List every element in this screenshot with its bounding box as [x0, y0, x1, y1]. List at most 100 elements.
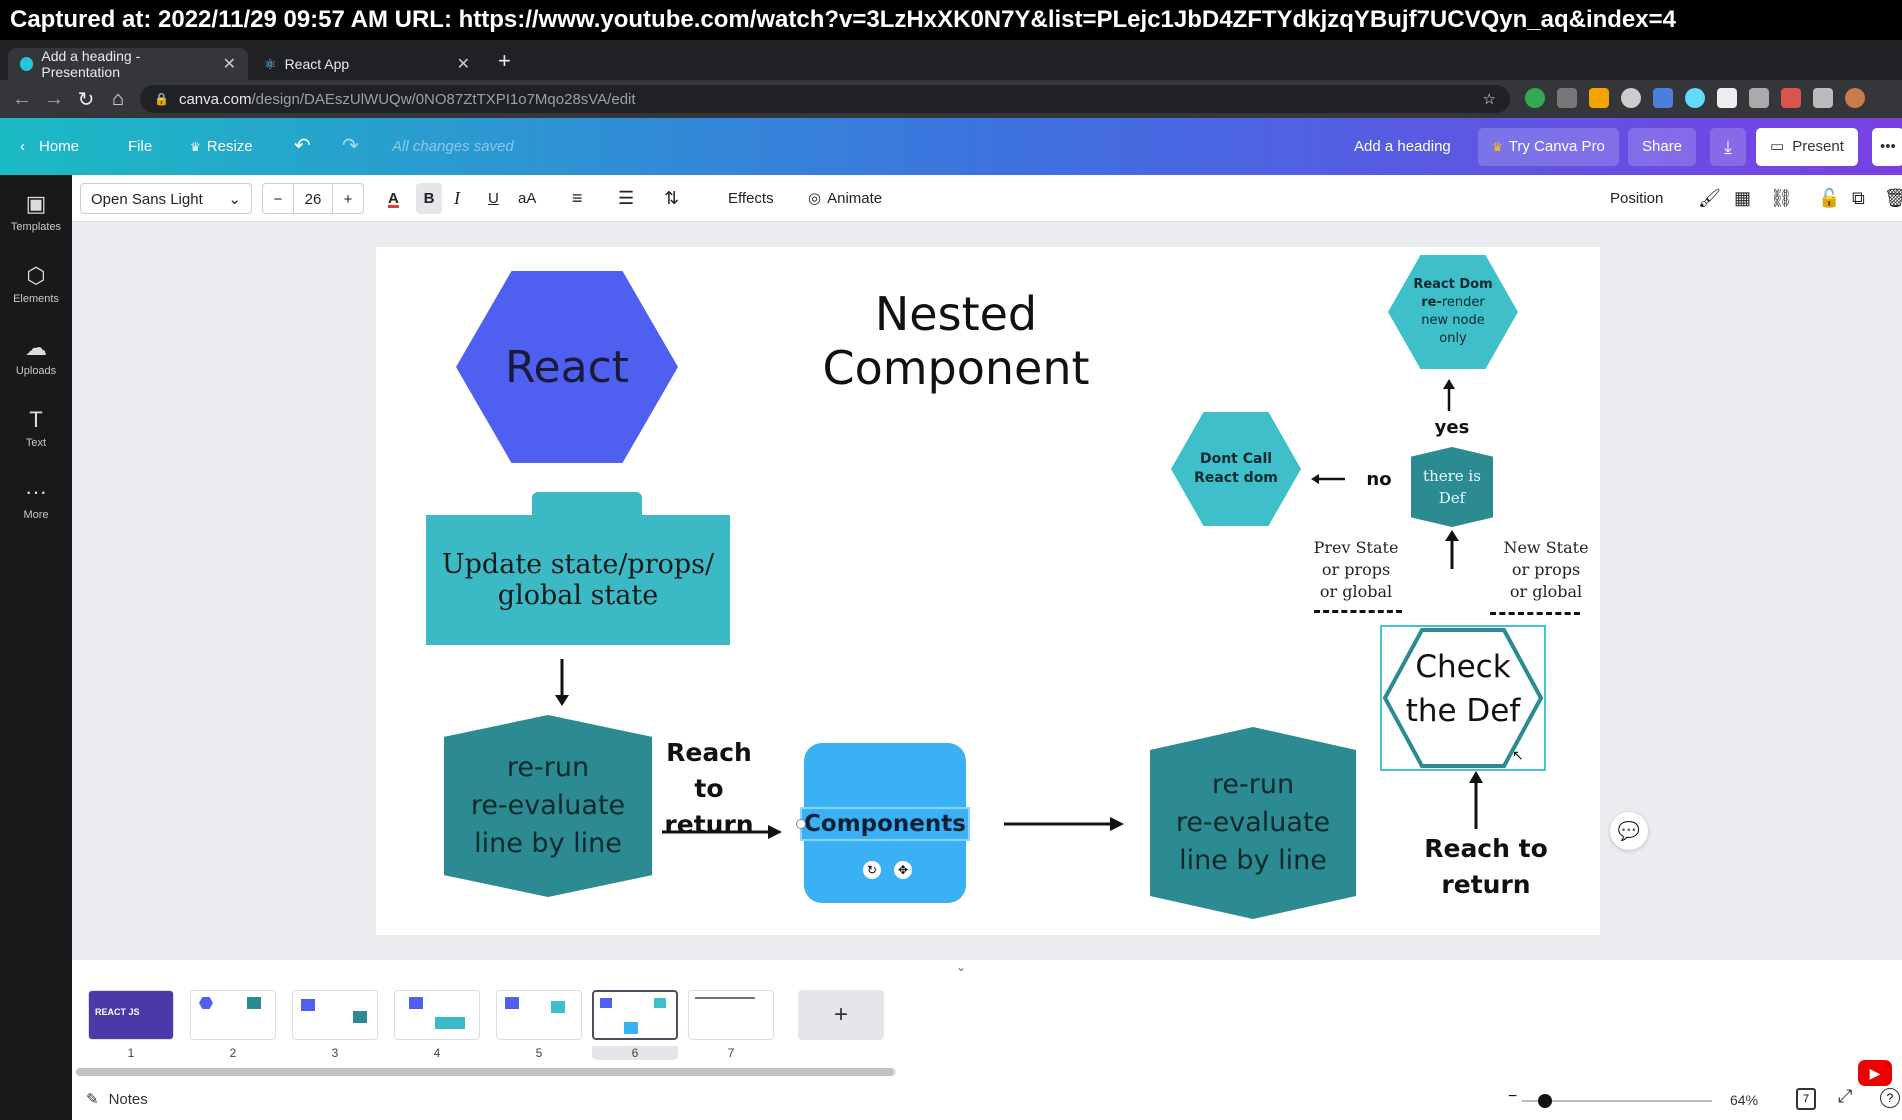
- text-color-icon[interactable]: A: [388, 183, 399, 214]
- add-page-button[interactable]: +: [798, 990, 884, 1040]
- spacing-icon[interactable]: ⇅: [664, 183, 679, 214]
- rerun-left-box[interactable]: re-run re-evaluate line by line: [444, 715, 652, 897]
- redo-icon[interactable]: ↷: [342, 118, 359, 175]
- font-family-select[interactable]: Open Sans Light ⌄: [80, 183, 252, 214]
- download-icon[interactable]: ⤓: [1710, 128, 1746, 166]
- font-size-input[interactable]: 26: [293, 184, 333, 213]
- selection-handle[interactable]: [796, 819, 806, 829]
- help-icon[interactable]: ?: [1880, 1088, 1900, 1108]
- file-menu[interactable]: File: [128, 118, 152, 175]
- doc-title[interactable]: Add a heading: [1354, 118, 1451, 175]
- extension-icon[interactable]: [1653, 88, 1673, 108]
- new-tab-button[interactable]: +: [498, 48, 511, 74]
- extension-icon[interactable]: [1525, 88, 1545, 108]
- more-dots-icon: ···: [25, 479, 47, 504]
- home-button[interactable]: ‹ Home: [20, 118, 79, 175]
- reach-to-return-right[interactable]: Reach to return: [1416, 831, 1556, 903]
- link-icon[interactable]: ⛓: [1770, 183, 1793, 214]
- letter-case-button[interactable]: aA: [518, 183, 536, 214]
- sidebar-item-elements[interactable]: ⬡ Elements: [0, 263, 72, 305]
- increase-size-button[interactable]: +: [333, 184, 363, 213]
- reload-icon[interactable]: ↻: [70, 87, 102, 112]
- slide-canvas[interactable]: Nested Component React Update state/prop…: [376, 247, 1600, 935]
- try-pro-button[interactable]: ♛ Try Canva Pro: [1478, 128, 1619, 166]
- effects-button[interactable]: Effects: [728, 183, 774, 214]
- check-def-label[interactable]: Check the Def: [1382, 645, 1544, 733]
- react-hexagon[interactable]: React: [456, 271, 678, 463]
- lock-icon[interactable]: 🔓: [1818, 183, 1840, 214]
- close-icon[interactable]: ✕: [223, 54, 236, 74]
- update-state-box[interactable]: Update state/props/ global state: [426, 515, 730, 645]
- resize-button[interactable]: ♛ Resize: [190, 118, 253, 175]
- share-button[interactable]: Share: [1628, 128, 1697, 166]
- close-icon[interactable]: ✕: [457, 54, 470, 74]
- transparency-icon[interactable]: ▦: [1734, 183, 1751, 214]
- align-center-icon[interactable]: ≡: [572, 183, 583, 214]
- extension-icon[interactable]: [1557, 88, 1577, 108]
- list-icon[interactable]: ☰: [618, 183, 634, 214]
- page-thumb-1[interactable]: REACT JS: [88, 990, 174, 1040]
- extension-icon[interactable]: [1749, 88, 1769, 108]
- extension-icon[interactable]: [1685, 88, 1705, 108]
- tab-react-app[interactable]: ⚛ React App ✕: [252, 48, 482, 80]
- page-thumb-7[interactable]: [688, 990, 774, 1040]
- fullscreen-icon[interactable]: ⤢: [1838, 1086, 1852, 1107]
- sidebar-item-templates[interactable]: ▣ Templates: [0, 191, 72, 233]
- prev-state-label[interactable]: Prev State or props or global: [1306, 537, 1406, 603]
- bold-button[interactable]: B: [416, 183, 442, 214]
- move-icon[interactable]: ✥: [894, 861, 912, 879]
- zoom-level[interactable]: 64%: [1730, 1092, 1758, 1108]
- puzzle-icon[interactable]: [1813, 88, 1833, 108]
- react-dom-rerender-hexagon[interactable]: React Dom re-render new node only: [1388, 255, 1518, 369]
- sidebar-item-text[interactable]: T Text: [0, 407, 72, 449]
- profile-avatar[interactable]: [1845, 88, 1865, 108]
- page-thumb-6[interactable]: [592, 990, 678, 1040]
- add-comment-icon[interactable]: 💬: [1610, 812, 1648, 850]
- zoom-out-icon[interactable]: −: [1508, 1088, 1517, 1106]
- decrease-size-button[interactable]: −: [263, 184, 293, 213]
- home-icon[interactable]: ⌂: [102, 88, 134, 111]
- duplicate-icon[interactable]: ⧉: [1852, 183, 1865, 214]
- page-thumb-2[interactable]: [190, 990, 276, 1040]
- forward-icon[interactable]: →: [38, 88, 70, 111]
- italic-button[interactable]: I: [454, 183, 460, 214]
- extension-icon[interactable]: [1621, 88, 1641, 108]
- star-icon[interactable]: ☆: [1483, 90, 1496, 108]
- page-thumb-5[interactable]: [496, 990, 582, 1040]
- new-state-label[interactable]: New State or props or global: [1496, 537, 1596, 603]
- tab-canva[interactable]: Add a heading - Presentation ✕: [8, 48, 248, 80]
- notes-button[interactable]: ✎ Notes: [86, 1090, 148, 1108]
- page-count-button[interactable]: 7: [1796, 1088, 1816, 1110]
- pages-scrollbar[interactable]: [76, 1068, 896, 1076]
- present-button[interactable]: ▭ Present: [1756, 128, 1858, 166]
- extension-icon[interactable]: [1589, 88, 1609, 108]
- rerun-right-box[interactable]: re-run re-evaluate line by line: [1150, 727, 1356, 919]
- animate-button[interactable]: ◎ Animate: [808, 183, 882, 214]
- paint-format-icon[interactable]: 🖌: [1698, 183, 1721, 214]
- undo-icon[interactable]: ↶: [294, 118, 311, 175]
- page-thumb-4[interactable]: [394, 990, 480, 1040]
- no-label[interactable]: no: [1364, 469, 1394, 490]
- trash-icon[interactable]: 🗑: [1884, 183, 1902, 214]
- more-menu-button[interactable]: •••: [1872, 128, 1902, 166]
- zoom-slider-handle[interactable]: [1538, 1094, 1552, 1108]
- font-size-stepper[interactable]: − 26 +: [262, 183, 364, 214]
- slide-title[interactable]: Nested Component: [756, 287, 1156, 395]
- tab-label: React App: [284, 56, 350, 72]
- collapse-chevron-icon[interactable]: ⌄: [956, 960, 966, 974]
- position-button[interactable]: Position: [1610, 183, 1663, 214]
- extension-icon[interactable]: [1717, 88, 1737, 108]
- sidebar-item-more[interactable]: ··· More: [0, 479, 72, 521]
- dont-call-hexagon[interactable]: Dont Call React dom: [1171, 412, 1301, 526]
- components-label[interactable]: Components: [800, 807, 970, 841]
- there-is-def-box[interactable]: there is Def: [1411, 447, 1493, 527]
- rotate-icon[interactable]: ↻: [863, 861, 881, 879]
- url-input[interactable]: 🔒 canva.com /design/DAEszUlWUQw/0NO87ZtT…: [140, 85, 1510, 113]
- page-thumb-3[interactable]: [292, 990, 378, 1040]
- youtube-subscribe-icon[interactable]: ▶: [1858, 1060, 1892, 1086]
- yes-label[interactable]: yes: [1422, 417, 1482, 438]
- sidebar-item-uploads[interactable]: ☁ Uploads: [0, 335, 72, 377]
- back-icon[interactable]: ←: [6, 88, 38, 111]
- extension-icon[interactable]: [1781, 88, 1801, 108]
- underline-button[interactable]: U: [488, 183, 499, 214]
